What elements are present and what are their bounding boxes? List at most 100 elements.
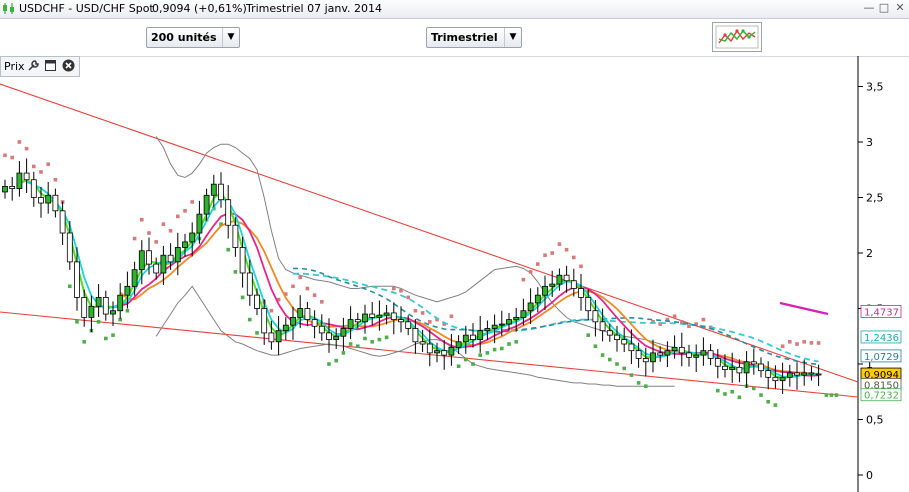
sar-dot bbox=[716, 388, 720, 393]
candle-body bbox=[174, 247, 181, 263]
candle-body bbox=[383, 312, 390, 316]
candle-body bbox=[311, 319, 318, 327]
candle-body bbox=[419, 341, 426, 345]
candle bbox=[686, 344, 692, 367]
candle-body bbox=[426, 343, 433, 354]
candle-body bbox=[448, 346, 455, 356]
candle-body bbox=[434, 350, 440, 354]
candle-body bbox=[297, 308, 304, 318]
candle bbox=[167, 243, 174, 270]
candle-body bbox=[750, 361, 757, 365]
candle-body bbox=[412, 328, 419, 343]
sar-dot bbox=[356, 344, 360, 349]
candle-body bbox=[88, 305, 95, 318]
candle-body bbox=[743, 361, 750, 374]
candle-body bbox=[210, 183, 217, 196]
sar-dot bbox=[802, 340, 806, 344]
sar-dot bbox=[737, 395, 742, 400]
candle-body bbox=[239, 247, 246, 274]
sar-dot bbox=[39, 170, 43, 174]
y-tick-label: 2 bbox=[866, 247, 873, 260]
sar-dot bbox=[586, 333, 590, 337]
price-label-text: 1,4737 bbox=[864, 307, 899, 318]
candle-body bbox=[369, 313, 376, 318]
candle-body bbox=[398, 319, 404, 323]
candle-body bbox=[30, 179, 37, 198]
candle-body bbox=[808, 372, 815, 375]
candle-body bbox=[189, 232, 196, 243]
candle-body bbox=[232, 224, 239, 248]
candle bbox=[563, 265, 570, 293]
candle bbox=[743, 351, 750, 388]
candle-body bbox=[527, 302, 534, 312]
sar-dot bbox=[46, 162, 50, 166]
candle bbox=[318, 314, 325, 341]
candle-body bbox=[246, 272, 253, 296]
candle bbox=[758, 357, 764, 378]
sar-dot bbox=[636, 381, 641, 385]
candle-body bbox=[686, 352, 692, 358]
sar-dot bbox=[176, 214, 180, 219]
candle bbox=[441, 340, 448, 370]
sar-dot bbox=[464, 357, 468, 362]
candle-body bbox=[138, 250, 145, 271]
candle-body bbox=[614, 334, 620, 340]
candle-body bbox=[592, 310, 599, 323]
candle-body bbox=[66, 232, 73, 263]
sar-dot bbox=[269, 308, 274, 313]
projection-pink-line bbox=[779, 301, 829, 316]
sar-dot bbox=[312, 293, 317, 297]
sar-dot bbox=[255, 331, 259, 335]
candle bbox=[9, 177, 16, 201]
sar-dot bbox=[348, 342, 353, 346]
candle bbox=[275, 316, 282, 356]
sar-dot bbox=[752, 386, 756, 391]
price-label: 1,2436 bbox=[860, 330, 902, 344]
sar-dot bbox=[104, 336, 108, 341]
candle bbox=[218, 172, 224, 208]
candle bbox=[23, 158, 30, 194]
candle-body bbox=[455, 341, 462, 348]
candle-body bbox=[304, 308, 311, 321]
parabolic-sar bbox=[3, 140, 839, 407]
candle-body bbox=[477, 330, 484, 340]
candle bbox=[254, 288, 260, 316]
candle bbox=[16, 161, 23, 197]
candle-body bbox=[203, 194, 210, 215]
candle bbox=[225, 185, 232, 239]
candle-body bbox=[578, 288, 584, 298]
candle-body bbox=[153, 263, 160, 274]
candle-body bbox=[786, 372, 793, 378]
candle-body bbox=[261, 308, 268, 334]
sar-dot bbox=[10, 155, 14, 160]
candle bbox=[693, 344, 700, 372]
candle-body bbox=[16, 172, 23, 190]
candle-body bbox=[506, 319, 512, 325]
candle-body bbox=[585, 296, 592, 312]
candle-body bbox=[736, 366, 743, 374]
price-label: 0,7232 bbox=[860, 388, 902, 402]
ma-pink-line bbox=[120, 212, 819, 377]
candle bbox=[95, 284, 102, 317]
sar-dot bbox=[730, 389, 734, 394]
price-chart[interactable]: 00,511,522,533,5 1,47371,24361,07290,909… bbox=[0, 0, 909, 492]
sar-dot bbox=[773, 403, 778, 407]
y-tick-label: 0,5 bbox=[866, 414, 884, 427]
candle-body bbox=[513, 316, 520, 321]
candle-body bbox=[801, 372, 808, 376]
sar-dot bbox=[341, 351, 346, 355]
candle bbox=[671, 335, 678, 359]
candle-body bbox=[131, 269, 138, 287]
y-axis-ticks: 00,511,522,533,5 bbox=[858, 81, 884, 482]
candle bbox=[282, 317, 289, 341]
candle bbox=[426, 329, 433, 367]
y-tick-label: 3 bbox=[866, 136, 873, 149]
sar-dot bbox=[82, 340, 86, 344]
candle bbox=[347, 306, 354, 340]
candle-body bbox=[354, 319, 361, 323]
sar-dot bbox=[392, 286, 396, 291]
candle-body bbox=[167, 254, 174, 263]
price-labels: 1,47371,24361,07290,90940,81500,7232 bbox=[860, 305, 902, 402]
sar-dot bbox=[125, 308, 130, 313]
sar-dot bbox=[500, 346, 504, 351]
